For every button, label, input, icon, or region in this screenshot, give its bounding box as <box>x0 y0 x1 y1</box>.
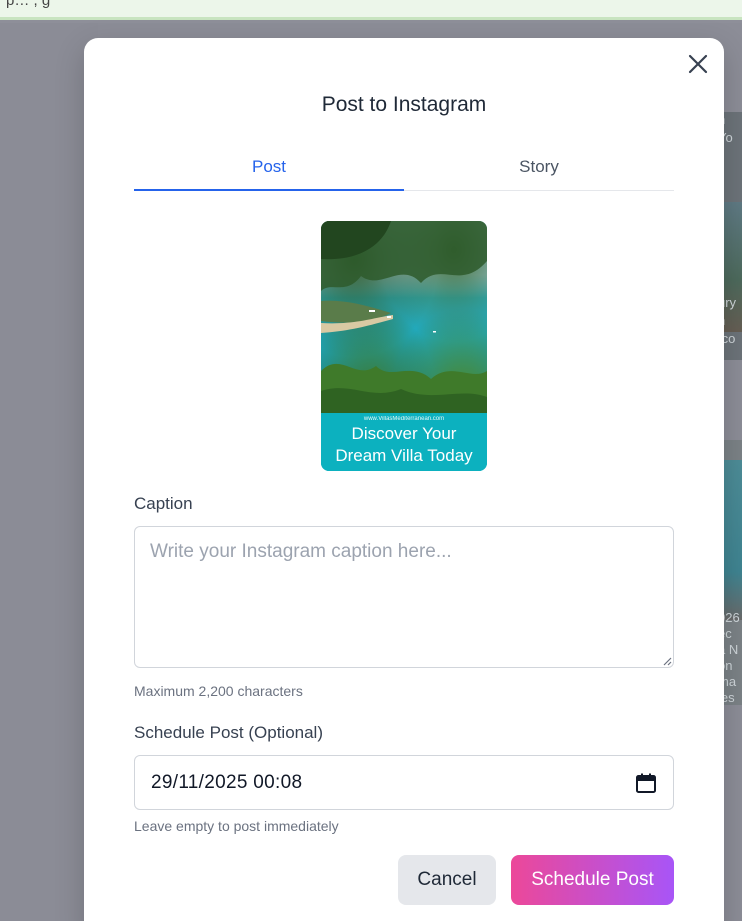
caption-helper-text: Maximum 2,200 characters <box>134 683 303 699</box>
close-button[interactable] <box>684 50 712 78</box>
close-icon <box>688 54 708 74</box>
tab-story[interactable]: Story <box>404 151 674 190</box>
tab-post[interactable]: Post <box>134 151 404 191</box>
calendar-icon[interactable] <box>635 772 657 794</box>
schedule-post-button[interactable]: Schedule Post <box>511 855 674 905</box>
preview-photo-art <box>321 221 487 413</box>
modal-title: Post to Instagram <box>321 93 487 116</box>
schedule-datetime-input[interactable]: 29/11/2025 00:08 <box>134 755 674 810</box>
resize-handle-icon[interactable] <box>662 656 672 666</box>
cancel-button[interactable]: Cancel <box>398 855 496 905</box>
post-image-preview: www.VillasMediterranean.com Discover You… <box>321 221 487 471</box>
preview-photo <box>321 221 487 413</box>
preview-headline-line1: Discover Your <box>351 424 457 443</box>
preview-headline-line2: Dream Villa Today <box>335 446 473 465</box>
preview-site-url: www.VillasMediterranean.com <box>363 416 445 422</box>
schedule-datetime-value: 29/11/2025 00:08 <box>151 771 303 793</box>
schedule-label: Schedule Post (Optional) <box>134 723 323 742</box>
background-top-banner: p… , g <box>0 0 742 20</box>
tab-bar: Post Story <box>134 151 674 191</box>
caption-label: Caption <box>134 494 193 513</box>
schedule-helper-text: Leave empty to post immediately <box>134 818 339 834</box>
background-banner-text: p… , g <box>6 0 51 9</box>
caption-textarea[interactable] <box>134 526 674 668</box>
post-to-instagram-modal: Post to Instagram Post Story www.VillasM… <box>84 38 724 921</box>
preview-banner: www.VillasMediterranean.com Discover You… <box>321 413 487 471</box>
